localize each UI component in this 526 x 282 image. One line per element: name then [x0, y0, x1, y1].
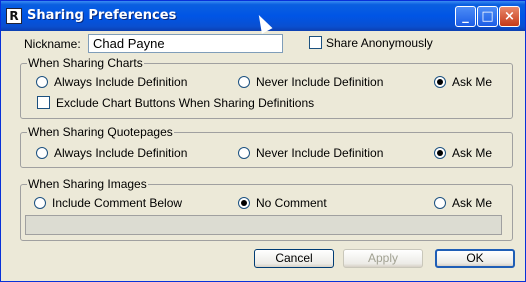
quotepages-never-label: Never Include Definition — [256, 146, 384, 160]
images-include-comment-radio[interactable] — [34, 197, 46, 209]
share-anonymously-checkbox[interactable] — [309, 36, 322, 49]
close-button[interactable]: × — [499, 6, 520, 27]
ok-button[interactable]: OK — [435, 249, 515, 268]
nickname-field[interactable]: Chad Payne — [88, 34, 283, 53]
quotepages-group-title: When Sharing Quotepages — [27, 125, 174, 139]
close-icon: × — [504, 9, 515, 24]
charts-always-radio[interactable] — [36, 76, 48, 88]
app-logo-icon: R — [6, 8, 22, 24]
charts-ask-radio[interactable] — [434, 76, 446, 88]
exclude-chart-buttons-label: Exclude Chart Buttons When Sharing Defin… — [56, 96, 315, 110]
quotepages-always-radio[interactable] — [36, 147, 48, 159]
images-group-title: When Sharing Images — [27, 177, 148, 191]
maximize-button[interactable]: □ — [477, 6, 498, 27]
images-no-comment-label: No Comment — [256, 196, 327, 210]
mouse-cursor-icon — [253, 12, 273, 34]
maximize-icon: □ — [481, 9, 494, 24]
sharing-preferences-window: R Sharing Preferences _ □ × Nickname: Ch… — [0, 0, 526, 282]
quotepages-ask-label: Ask Me — [452, 146, 493, 160]
charts-group: When Sharing Charts — [20, 56, 513, 119]
images-include-comment-label: Include Comment Below — [52, 196, 183, 210]
window-title: Sharing Preferences — [27, 8, 177, 23]
minimize-icon: _ — [462, 9, 469, 24]
minimize-button[interactable]: _ — [455, 6, 476, 27]
title-bar[interactable]: R Sharing Preferences _ □ × — [1, 1, 525, 34]
charts-never-radio[interactable] — [238, 76, 250, 88]
exclude-chart-buttons-checkbox[interactable] — [37, 96, 50, 109]
cancel-button[interactable]: Cancel — [254, 249, 334, 268]
nickname-label: Nickname: — [24, 37, 81, 51]
images-ask-label: Ask Me — [452, 196, 493, 210]
apply-button[interactable]: Apply — [343, 249, 423, 268]
quotepages-always-label: Always Include Definition — [54, 146, 188, 160]
image-comment-field[interactable] — [25, 215, 502, 235]
quotepages-never-radio[interactable] — [238, 147, 250, 159]
charts-ask-label: Ask Me — [452, 75, 493, 89]
quotepages-ask-radio[interactable] — [434, 147, 446, 159]
images-ask-radio[interactable] — [434, 197, 446, 209]
charts-never-label: Never Include Definition — [256, 75, 384, 89]
charts-always-label: Always Include Definition — [54, 75, 188, 89]
charts-group-title: When Sharing Charts — [27, 56, 144, 70]
images-no-comment-radio[interactable] — [238, 197, 250, 209]
share-anonymously-label: Share Anonymously — [326, 36, 433, 50]
